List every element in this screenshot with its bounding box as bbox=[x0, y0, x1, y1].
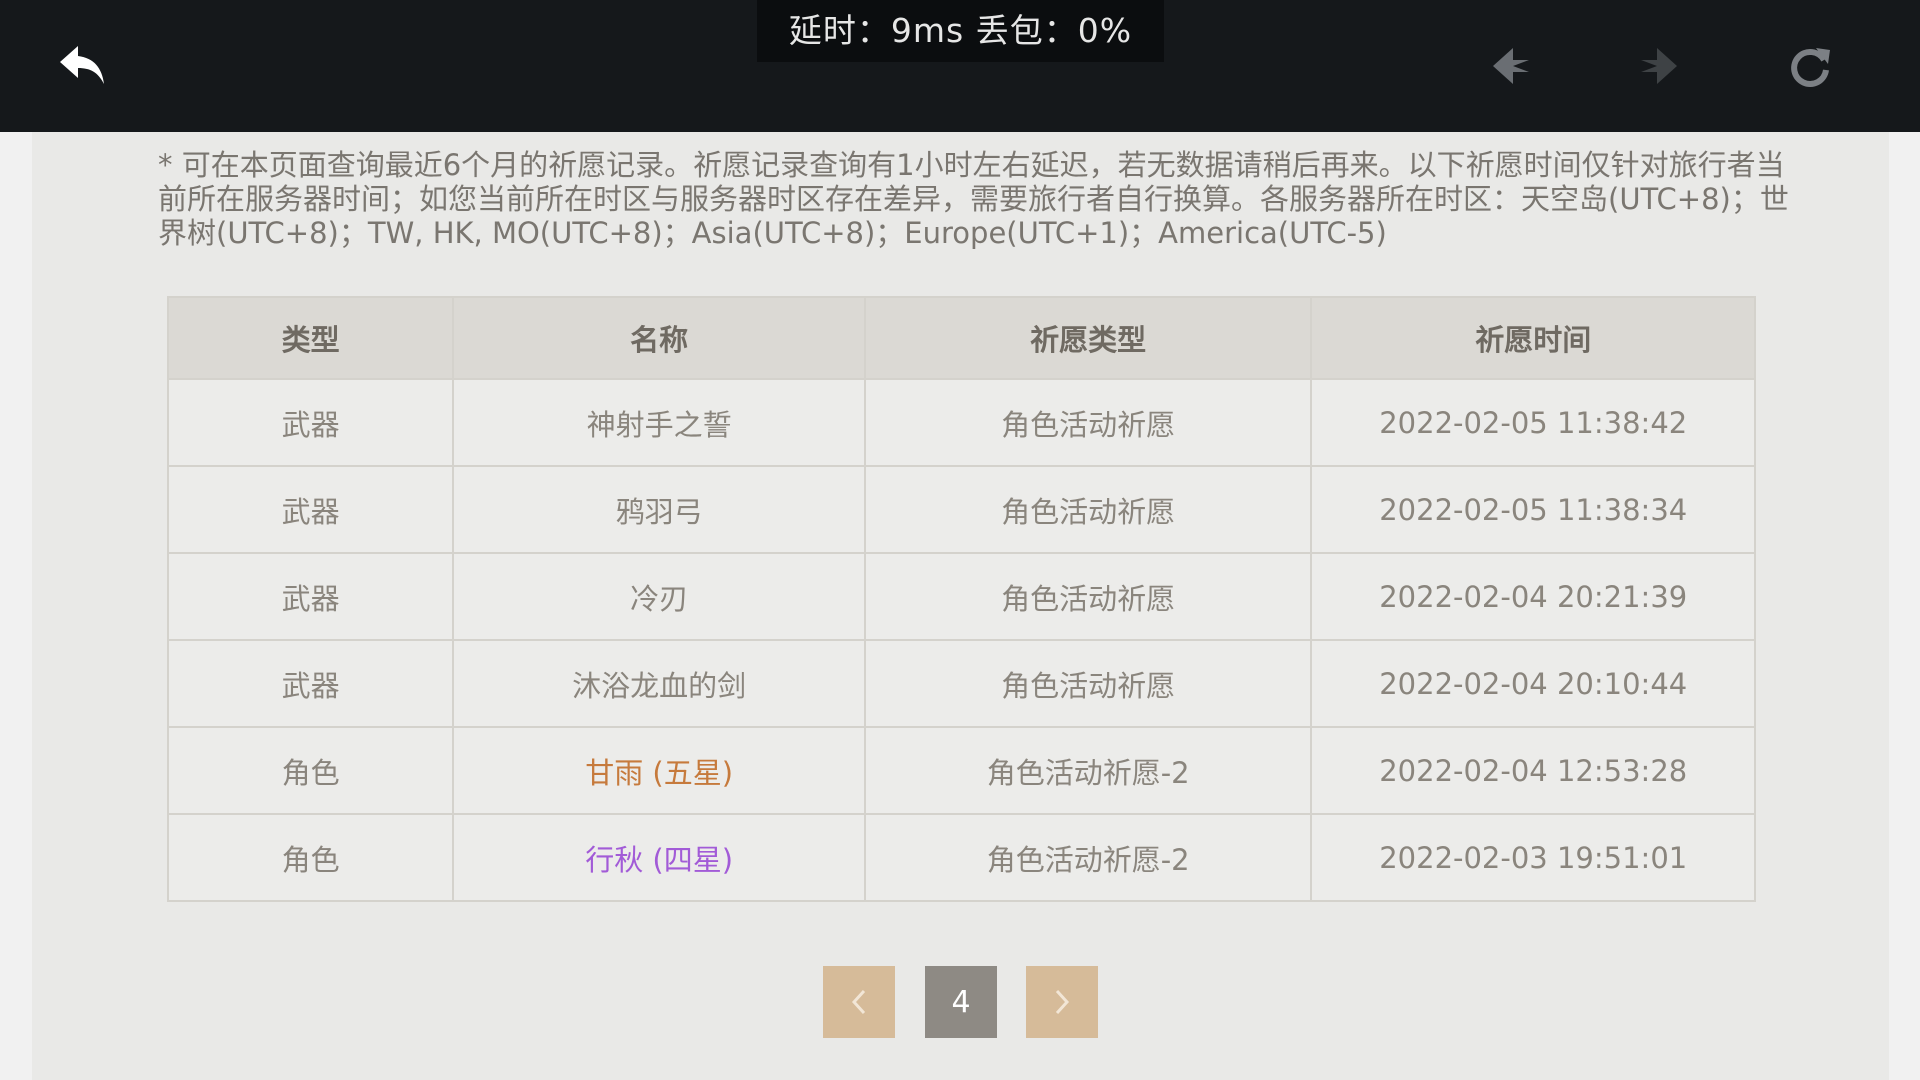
cell-time: 2022-02-04 20:21:39 bbox=[1310, 552, 1756, 641]
notice-text: * 可在本页面查询最近6个月的祈愿记录。祈愿记录查询有1小时左右延迟，若无数据请… bbox=[158, 148, 1789, 250]
refresh-icon[interactable] bbox=[1774, 30, 1846, 102]
cell-wish-type: 角色活动祈愿-2 bbox=[863, 726, 1313, 815]
table-row: 武器 鸦羽弓 角色活动祈愿 2022-02-05 11:38:34 bbox=[166, 465, 1756, 554]
table-row: 武器 神射手之誓 角色活动祈愿 2022-02-05 11:38:42 bbox=[166, 378, 1756, 467]
header-wish-type: 祈愿类型 bbox=[863, 296, 1313, 380]
wish-history-table: 类型 名称 祈愿类型 祈愿时间 武器 神射手之誓 角色活动祈愿 2022-02-… bbox=[166, 296, 1756, 902]
cell-name: 神射手之誓 bbox=[452, 378, 866, 467]
cell-type: 角色 bbox=[166, 813, 455, 902]
table-row: 武器 沐浴龙血的剑 角色活动祈愿 2022-02-04 20:10:44 bbox=[166, 639, 1756, 728]
table-row: 角色 行秋 (四星) 角色活动祈愿-2 2022-02-03 19:51:01 bbox=[166, 813, 1756, 902]
network-stats: 延时：9ms 丢包：0% bbox=[757, 0, 1164, 62]
content-panel: * 可在本页面查询最近6个月的祈愿记录。祈愿记录查询有1小时左右延迟，若无数据请… bbox=[32, 132, 1889, 1080]
cell-time: 2022-02-03 19:51:01 bbox=[1310, 813, 1756, 902]
table-row: 角色 甘雨 (五星) 角色活动祈愿-2 2022-02-04 12:53:28 bbox=[166, 726, 1756, 815]
current-page-indicator: 4 bbox=[925, 966, 997, 1038]
cell-name-four-star: 行秋 (四星) bbox=[452, 813, 866, 902]
chevron-left-icon bbox=[851, 989, 866, 1015]
chevron-right-icon bbox=[1055, 989, 1070, 1015]
cell-type: 武器 bbox=[166, 465, 455, 554]
cell-time: 2022-02-04 20:10:44 bbox=[1310, 639, 1756, 728]
table-header-row: 类型 名称 祈愿类型 祈愿时间 bbox=[166, 296, 1756, 380]
cell-time: 2022-02-04 12:53:28 bbox=[1310, 726, 1756, 815]
cell-name-five-star: 甘雨 (五星) bbox=[452, 726, 866, 815]
cell-name: 冷刃 bbox=[452, 552, 866, 641]
nav-forward-icon[interactable] bbox=[1623, 30, 1695, 102]
cell-time: 2022-02-05 11:38:34 bbox=[1310, 465, 1756, 554]
nav-back-icon[interactable] bbox=[1475, 30, 1547, 102]
header-wish-time: 祈愿时间 bbox=[1310, 296, 1756, 380]
header-type: 类型 bbox=[166, 296, 455, 380]
cell-wish-type: 角色活动祈愿 bbox=[863, 639, 1313, 728]
back-arrow-icon[interactable] bbox=[47, 30, 119, 102]
cell-type: 武器 bbox=[166, 378, 455, 467]
cell-type: 武器 bbox=[166, 552, 455, 641]
cell-wish-type: 角色活动祈愿 bbox=[863, 378, 1313, 467]
cell-wish-type: 角色活动祈愿-2 bbox=[863, 813, 1313, 902]
cell-time: 2022-02-05 11:38:42 bbox=[1310, 378, 1756, 467]
header-name: 名称 bbox=[452, 296, 866, 380]
previous-page-button[interactable] bbox=[823, 966, 895, 1038]
cell-name: 鸦羽弓 bbox=[452, 465, 866, 554]
cell-type: 武器 bbox=[166, 639, 455, 728]
next-page-button[interactable] bbox=[1026, 966, 1098, 1038]
top-bar: 延时：9ms 丢包：0% bbox=[0, 0, 1920, 132]
cell-wish-type: 角色活动祈愿 bbox=[863, 552, 1313, 641]
cell-wish-type: 角色活动祈愿 bbox=[863, 465, 1313, 554]
table-row: 武器 冷刃 角色活动祈愿 2022-02-04 20:21:39 bbox=[166, 552, 1756, 641]
cell-name: 沐浴龙血的剑 bbox=[452, 639, 866, 728]
cell-type: 角色 bbox=[166, 726, 455, 815]
